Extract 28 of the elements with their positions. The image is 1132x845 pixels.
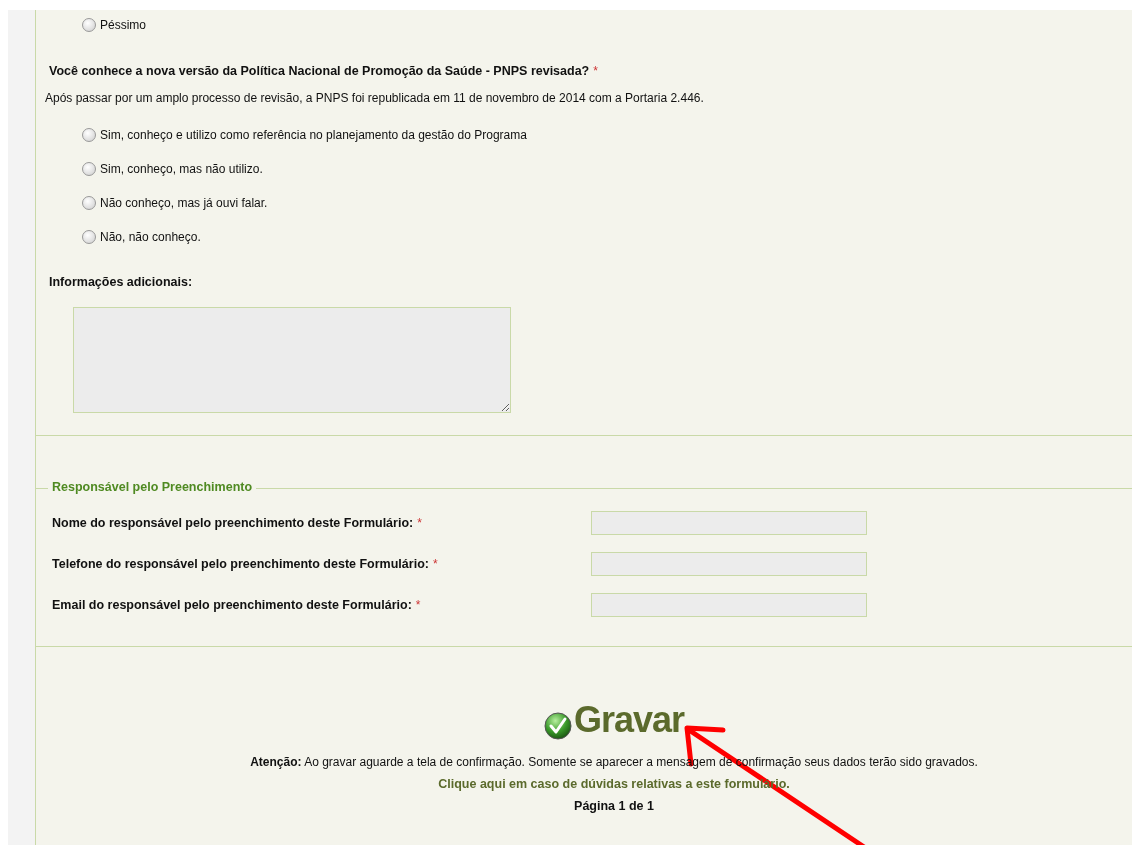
field-label: Telefone do responsável pelo preenchimento deste Formulário: (52, 557, 429, 571)
field-label: Informações adicionais: (49, 275, 194, 289)
option-label[interactable]: Não, não conheço. (100, 229, 201, 244)
radio-button[interactable] (82, 161, 96, 176)
required-asterisk: * (432, 557, 438, 571)
check-icon (543, 712, 572, 740)
question-description: Após passar por um amplo processo de revisão, a PNPS foi republicada em 11 de novembro de 2014 com a Portaria 2.446. (45, 91, 705, 105)
radio-button[interactable] (82, 229, 96, 244)
radio-button[interactable] (82, 195, 96, 210)
section-legend: Responsável pelo Preenchimento (48, 480, 257, 494)
question-title: Você conhece a nova versão da Política Nacional de Promoção da Saúde - PNPS revisada? (49, 64, 590, 78)
option-label[interactable]: Sim, conheço e utilizo como referência no planejamento da gestão do Programa (100, 127, 527, 142)
required-asterisk: * (415, 598, 421, 612)
option-label[interactable]: Péssimo (100, 17, 146, 32)
field-label: Nome do responsável pelo preenchimento deste Formulário: (52, 516, 414, 530)
input-field[interactable] (591, 511, 867, 535)
required-asterisk: * (593, 64, 598, 78)
text-area[interactable] (73, 307, 511, 413)
required-asterisk: * (417, 516, 422, 530)
input-field[interactable] (591, 552, 867, 576)
input-field[interactable] (591, 593, 867, 617)
field-label: Email do responsável pelo preenchimento deste Formulário: (52, 598, 412, 612)
radio-button[interactable] (82, 17, 96, 32)
radio-button[interactable] (82, 127, 96, 142)
save-button[interactable]: Gravar (543, 699, 685, 741)
page-indicator: Página 1 de 1 (574, 799, 654, 813)
option-label[interactable]: Sim, conheço, mas não utilizo. (100, 161, 263, 176)
option-label[interactable]: Não conheço, mas já ouvi falar. (100, 195, 268, 210)
